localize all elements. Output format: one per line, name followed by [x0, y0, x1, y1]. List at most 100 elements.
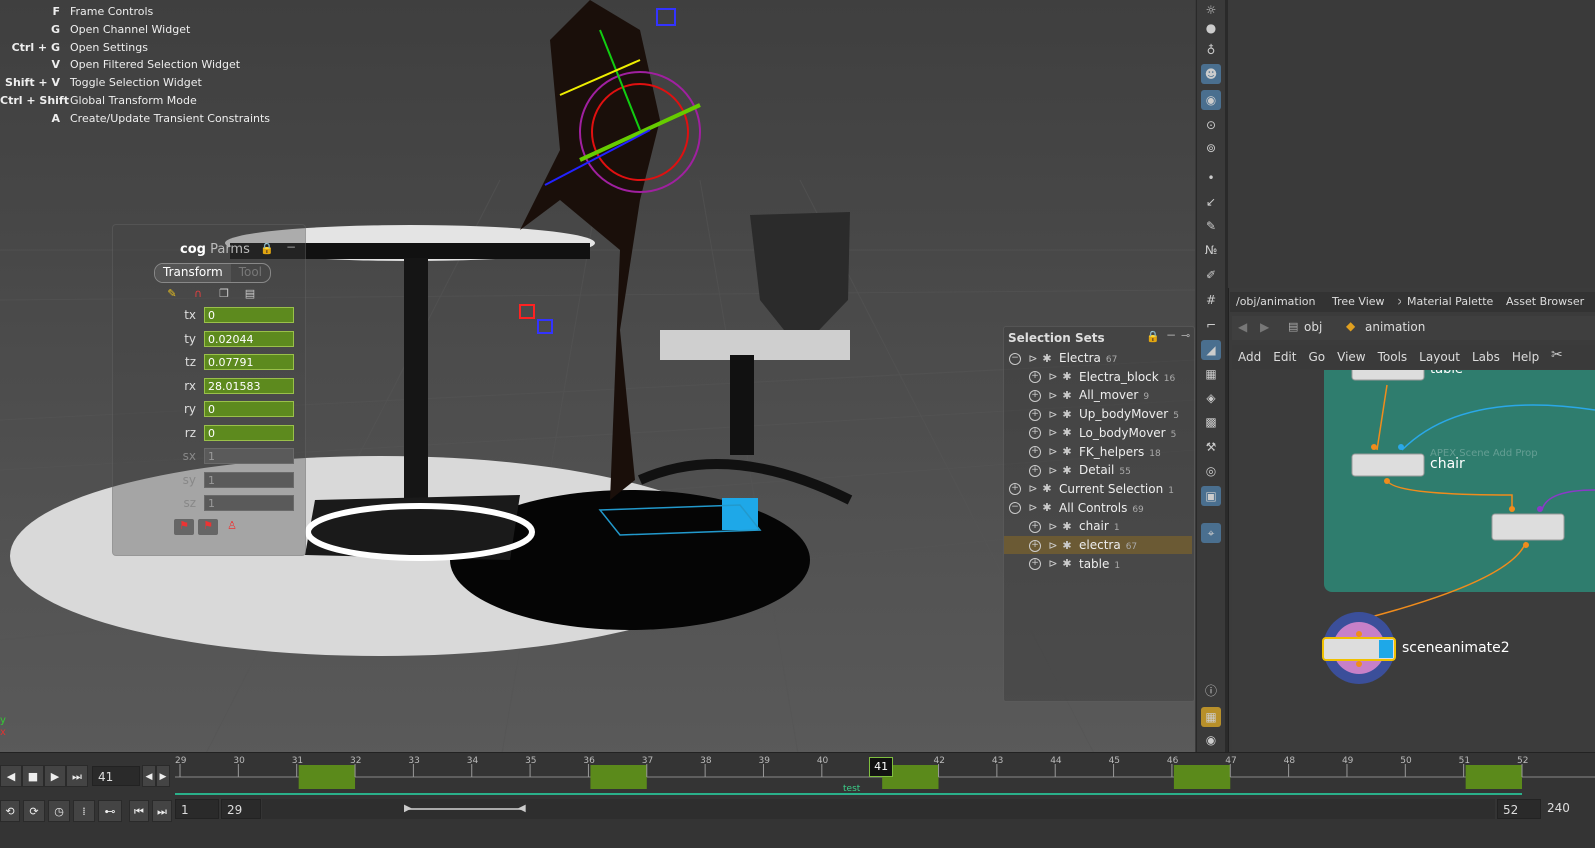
menu-tools[interactable]: Tools: [1372, 345, 1414, 369]
param-value-field[interactable]: 0.07791: [204, 354, 294, 370]
node-chair-label[interactable]: chair: [1430, 456, 1465, 472]
keyframe-block[interactable]: [1465, 765, 1522, 789]
expand-icon[interactable]: +: [1029, 408, 1041, 421]
param-value-field[interactable]: 0: [204, 424, 294, 441]
edge-icon[interactable]: ↙: [1201, 192, 1221, 212]
start-frame-field[interactable]: 1: [175, 799, 219, 819]
brush-icon[interactable]: ✐: [1201, 265, 1221, 285]
wand-icon[interactable]: ⚒: [1201, 437, 1221, 457]
camera-icon[interactable]: ◉: [1201, 90, 1221, 110]
expand-icon[interactable]: +: [1029, 520, 1041, 533]
range-end-field[interactable]: 52: [1497, 799, 1541, 819]
expand-icon[interactable]: +: [1009, 483, 1021, 496]
param-value-field[interactable]: 0: [204, 307, 294, 323]
prev-key-icon[interactable]: ⏮: [129, 800, 149, 822]
selection-set-row[interactable]: − ⊳ ✱ Electra 67: [1004, 349, 1192, 367]
visibility-icon[interactable]: ⊳: [1047, 518, 1059, 536]
selection-set-row[interactable]: + ⊳ ✱ chair 1: [1004, 517, 1192, 535]
visibility-icon[interactable]: ⊳: [1027, 480, 1039, 498]
expand-icon[interactable]: +: [1029, 558, 1041, 571]
light-icon[interactable]: ☼: [1201, 0, 1221, 20]
expand-icon[interactable]: +: [1029, 427, 1041, 440]
selection-set-row[interactable]: − ⊳ ✱ All Controls 69: [1004, 499, 1192, 517]
visibility-icon[interactable]: ⊳: [1027, 350, 1039, 368]
tab-tool[interactable]: Tool: [231, 264, 270, 282]
expand-icon[interactable]: −: [1009, 352, 1021, 365]
node-sceneanimate-label[interactable]: sceneanimate2: [1402, 640, 1510, 656]
range-slider[interactable]: ▶ ◀: [262, 799, 1495, 819]
bulb-icon[interactable]: ♁: [1201, 40, 1221, 60]
menu-view[interactable]: View: [1331, 345, 1371, 369]
expand-icon[interactable]: −: [1009, 502, 1021, 515]
menu-layout[interactable]: Layout: [1413, 345, 1466, 369]
clock-icon[interactable]: ◷: [48, 800, 70, 822]
visibility-icon[interactable]: ⊳: [1047, 462, 1059, 480]
image-icon[interactable]: ▣: [1201, 486, 1221, 506]
key-selected-icon[interactable]: ⚑: [198, 519, 218, 535]
tab-transform[interactable]: Transform: [155, 264, 231, 282]
network-view[interactable]: table APEX Scene Add Prop chair sceneani…: [1232, 370, 1595, 765]
menu-labs[interactable]: Labs: [1466, 345, 1506, 369]
path-animation[interactable]: animation: [1365, 320, 1425, 334]
paste-icon[interactable]: ▤: [242, 287, 258, 301]
marker-icon[interactable]: ⌖: [1201, 523, 1221, 543]
point-icon[interactable]: •: [1201, 168, 1221, 188]
visibility-icon[interactable]: ⊳: [1047, 424, 1059, 442]
selection-set-row[interactable]: + ⊳ ✱ table 1: [1004, 555, 1192, 573]
selection-set-row[interactable]: + ⊳ ✱ Detail 55: [1004, 461, 1192, 479]
tools-icon[interactable]: ✂: [1551, 347, 1563, 363]
selection-set-row[interactable]: + ⊳ ✱ Up_bodyMover 5: [1004, 405, 1192, 423]
minimize-icon[interactable]: −: [1166, 328, 1176, 342]
lock-icon[interactable]: 🔒: [1146, 330, 1160, 343]
node-table-label[interactable]: table: [1430, 370, 1463, 377]
visibility-icon[interactable]: ⊳: [1047, 537, 1059, 555]
pen-icon[interactable]: ✎: [1201, 216, 1221, 236]
expand-icon[interactable]: +: [1029, 371, 1041, 384]
corner-icon[interactable]: ⌐: [1201, 315, 1221, 335]
pin-icon[interactable]: ⊸: [1181, 329, 1190, 342]
visibility-icon[interactable]: ⊳: [1047, 368, 1059, 386]
param-value-field[interactable]: 28.01583: [204, 377, 294, 394]
selection-set-row[interactable]: + ⊳ ✱ Current Selection 1: [1004, 480, 1192, 498]
visibility-icon[interactable]: ⊳: [1047, 443, 1059, 461]
visibility-icon[interactable]: ⊳: [1047, 555, 1059, 573]
number-icon[interactable]: №: [1201, 240, 1221, 260]
selection-set-row[interactable]: + ⊳ ✱ Electra_block 16: [1004, 368, 1192, 386]
key-all-icon[interactable]: ⚑: [174, 519, 194, 535]
grid-view-icon[interactable]: ▦: [1201, 707, 1221, 727]
minimize-icon[interactable]: −: [286, 240, 296, 254]
menu-edit[interactable]: Edit: [1267, 345, 1302, 369]
sphere-icon[interactable]: ●: [1201, 18, 1221, 38]
frame-marker[interactable]: 41: [869, 757, 894, 777]
brush-icon[interactable]: ✎: [164, 287, 180, 301]
keyframe-block[interactable]: [590, 765, 647, 789]
next-key-icon[interactable]: ⏭: [152, 800, 172, 822]
number2-icon[interactable]: #: [1201, 290, 1221, 310]
param-value-field[interactable]: 0.02044: [204, 330, 294, 347]
network-tab[interactable]: Tree View×: [1326, 292, 1413, 312]
menu-add[interactable]: Add: [1232, 345, 1267, 369]
eye-icon[interactable]: ⊙: [1201, 115, 1221, 135]
visibility-icon[interactable]: ⊳: [1027, 499, 1039, 517]
visibility-icon[interactable]: ⊳: [1047, 387, 1059, 405]
selection-set-row[interactable]: + ⊳ ✱ electra 67: [1004, 536, 1192, 554]
realtime-icon[interactable]: ⟳: [23, 800, 45, 822]
disk-icon[interactable]: ◎: [1201, 461, 1221, 481]
select-icon[interactable]: ◢: [1201, 340, 1221, 360]
pane-splitter[interactable]: [1225, 0, 1228, 765]
lock-icon[interactable]: 🔒: [260, 242, 274, 255]
magnet-icon[interactable]: ∩: [190, 287, 206, 301]
display-eye-icon[interactable]: ◉: [1201, 730, 1221, 750]
expand-icon[interactable]: +: [1029, 539, 1041, 552]
grid-icon[interactable]: ▩: [1201, 412, 1221, 432]
range-left-handle[interactable]: ▶: [404, 803, 412, 814]
range-right-handle[interactable]: ◀: [518, 803, 526, 814]
layers-icon[interactable]: ◈: [1201, 388, 1221, 408]
range-icon[interactable]: ⊷: [98, 800, 122, 822]
checker-icon[interactable]: ▦: [1201, 364, 1221, 384]
selection-set-row[interactable]: + ⊳ ✱ All_mover 9: [1004, 386, 1192, 404]
network-tab[interactable]: Asset Browser: [1500, 292, 1595, 312]
expand-icon[interactable]: +: [1029, 464, 1041, 477]
info-icon[interactable]: ⓘ: [1201, 681, 1221, 701]
back-arrow-icon[interactable]: ◀: [1238, 320, 1247, 334]
